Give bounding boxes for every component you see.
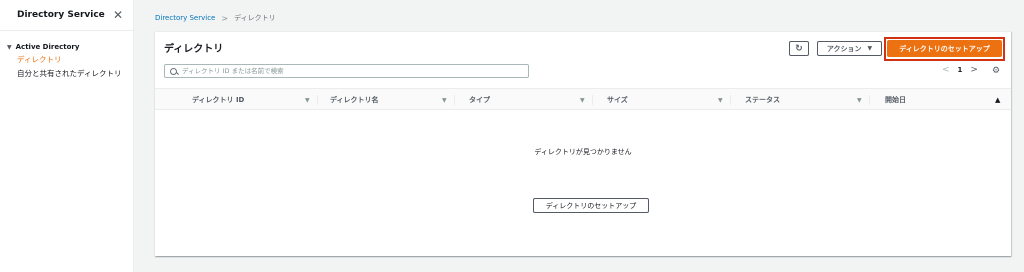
caret-down-icon: ▼ bbox=[7, 43, 12, 51]
table-header: ディレクトリ ID ▼ ディレクトリ名 ▼ タイプ ▼ サイズ ▼ ステータス … bbox=[155, 88, 1011, 110]
breadcrumb-root-link[interactable]: Directory Service bbox=[155, 14, 215, 22]
sidebar-header: Directory Service ✕ bbox=[0, 0, 133, 31]
sort-down-icon[interactable]: ▼ bbox=[718, 89, 723, 111]
refresh-icon: ↻ bbox=[795, 43, 803, 54]
breadcrumb-current: ディレクトリ bbox=[234, 14, 276, 22]
sort-down-icon[interactable]: ▼ bbox=[580, 89, 585, 111]
sort-down-icon[interactable]: ▼ bbox=[442, 89, 447, 111]
actions-dropdown-button[interactable]: アクション ▼ bbox=[817, 41, 882, 56]
chevron-right-icon: > bbox=[221, 13, 229, 23]
column-header-directory-id[interactable]: ディレクトリ ID bbox=[192, 89, 244, 111]
sidebar-title: Directory Service bbox=[17, 10, 105, 20]
sidebar-item-directories[interactable]: ディレクトリ bbox=[7, 53, 133, 67]
page-number[interactable]: 1 bbox=[958, 66, 963, 74]
search-icon bbox=[170, 67, 177, 75]
nav-section: ▼ Active Directory ディレクトリ 自分と共有されたディレクトリ bbox=[0, 31, 133, 81]
nav-group-active-directory[interactable]: ▼ Active Directory bbox=[7, 41, 133, 53]
column-divider bbox=[730, 95, 731, 105]
directories-panel: ディレクトリ ↻ アクション ▼ ディレクトリのセットアップ < 1 > ⚙ デ… bbox=[155, 31, 1011, 256]
settings-icon[interactable]: ⚙ bbox=[992, 66, 1000, 76]
empty-state-message: ディレクトリが見つかりません bbox=[534, 148, 632, 156]
column-divider bbox=[317, 95, 318, 105]
nav-group-label: Active Directory bbox=[15, 43, 80, 51]
pagination: < 1 > bbox=[938, 65, 982, 75]
sort-down-icon[interactable]: ▼ bbox=[305, 89, 310, 111]
close-icon[interactable]: ✕ bbox=[113, 9, 123, 21]
search-input[interactable] bbox=[182, 67, 522, 75]
search-field[interactable] bbox=[164, 64, 529, 78]
caret-down-icon: ▼ bbox=[867, 45, 873, 52]
column-header-start-date[interactable]: 開始日 bbox=[885, 89, 906, 111]
actions-label: アクション bbox=[826, 44, 862, 53]
column-header-type[interactable]: タイプ bbox=[469, 89, 490, 111]
chevron-right-icon[interactable]: > bbox=[970, 65, 978, 75]
sort-down-icon[interactable]: ▼ bbox=[857, 89, 862, 111]
empty-state-setup-button[interactable]: ディレクトリのセットアップ bbox=[533, 198, 649, 213]
page-title: ディレクトリ bbox=[164, 44, 224, 55]
sidebar: Directory Service ✕ ▼ Active Directory デ… bbox=[0, 0, 134, 272]
refresh-button[interactable]: ↻ bbox=[789, 41, 809, 56]
chevron-left-icon[interactable]: < bbox=[942, 65, 950, 75]
setup-directory-button[interactable]: ディレクトリのセットアップ bbox=[887, 40, 1002, 57]
column-divider bbox=[869, 95, 870, 105]
column-divider bbox=[454, 95, 455, 105]
column-divider bbox=[592, 95, 593, 105]
column-header-size[interactable]: サイズ bbox=[607, 89, 628, 111]
column-header-directory-name[interactable]: ディレクトリ名 bbox=[330, 89, 379, 111]
sort-up-icon[interactable]: ▲ bbox=[995, 89, 1000, 111]
sidebar-item-shared-directories[interactable]: 自分と共有されたディレクトリ bbox=[7, 67, 133, 81]
column-header-status[interactable]: ステータス bbox=[745, 89, 780, 111]
breadcrumb: Directory Service > ディレクトリ bbox=[155, 13, 276, 23]
